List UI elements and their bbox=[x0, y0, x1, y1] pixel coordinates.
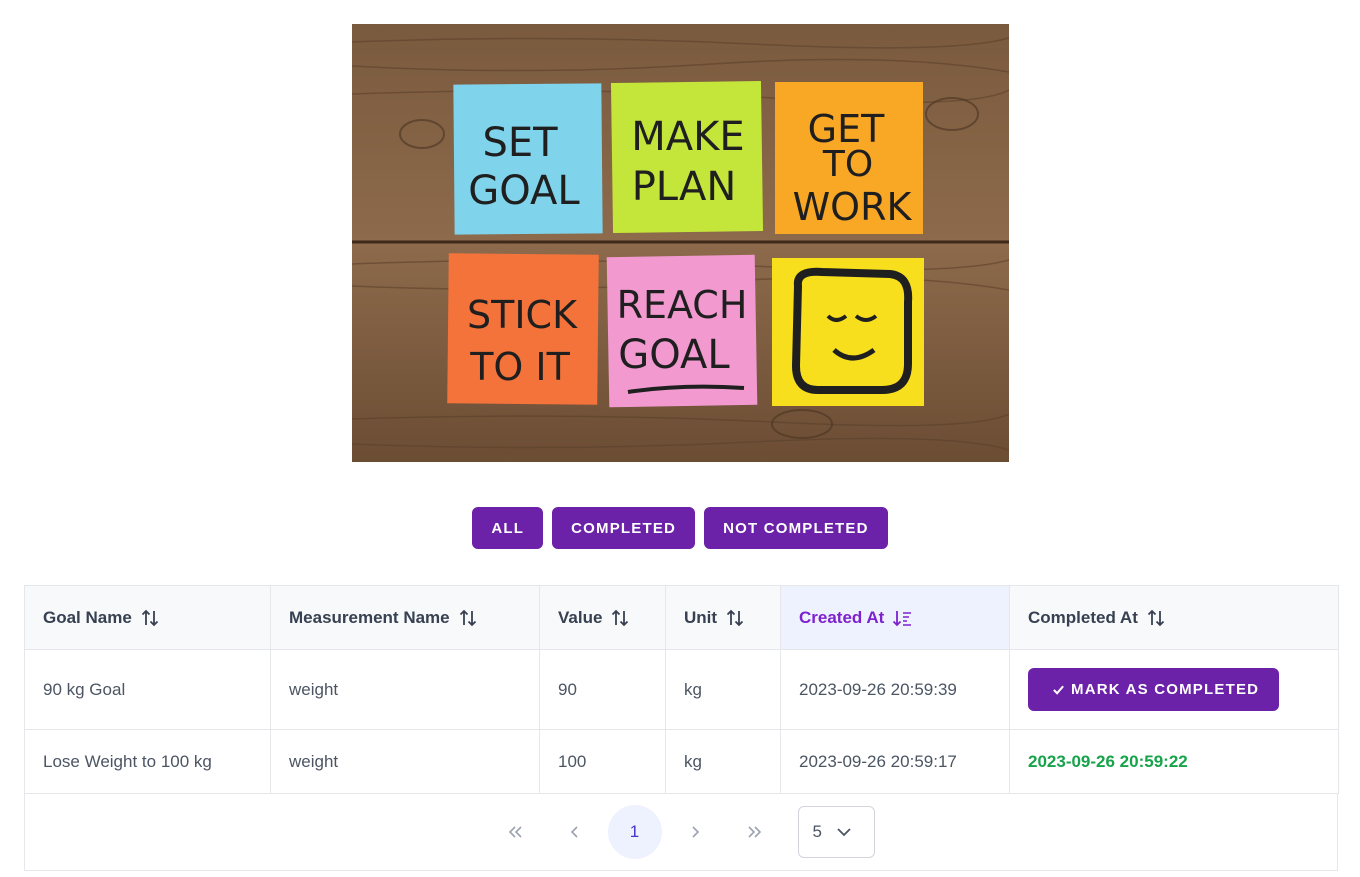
sort-icon bbox=[1147, 609, 1165, 626]
last-page-button[interactable] bbox=[728, 805, 782, 859]
sort-icon bbox=[141, 609, 158, 626]
filter-bar: ALL COMPLETED NOT COMPLETED bbox=[0, 507, 1360, 549]
svg-text:PLAN: PLAN bbox=[632, 164, 737, 210]
table-row: Lose Weight to 100 kg weight 100 kg 2023… bbox=[24, 729, 1339, 794]
svg-text:REACH: REACH bbox=[617, 283, 748, 327]
cell-completed-at: 2023-09-26 20:59:22 bbox=[1009, 729, 1339, 794]
cell-completed-at: MARK AS COMPLETED bbox=[1009, 649, 1339, 730]
svg-text:STICK: STICK bbox=[467, 293, 578, 337]
cell-goal-name: Lose Weight to 100 kg bbox=[24, 729, 271, 794]
cell-measurement-name: weight bbox=[270, 649, 540, 730]
svg-text:SET: SET bbox=[482, 120, 558, 166]
cell-measurement-name: weight bbox=[270, 729, 540, 794]
page-button-current[interactable]: 1 bbox=[607, 805, 662, 859]
cell-created-at: 2023-09-26 20:59:39 bbox=[780, 649, 1010, 730]
column-header-label: Completed At bbox=[1028, 607, 1138, 627]
first-page-button[interactable] bbox=[488, 805, 542, 859]
column-header-unit[interactable]: Unit bbox=[665, 585, 781, 650]
column-header-label: Value bbox=[558, 607, 603, 627]
svg-text:WORK: WORK bbox=[793, 185, 913, 229]
check-icon bbox=[1053, 685, 1064, 695]
column-header-value[interactable]: Value bbox=[539, 585, 666, 650]
cell-created-at: 2023-09-26 20:59:17 bbox=[780, 729, 1010, 794]
column-header-created-at[interactable]: Created At bbox=[780, 585, 1010, 650]
chevron-down-icon bbox=[837, 828, 851, 837]
note-make-plan: MAKE PLAN bbox=[610, 80, 764, 234]
cell-value: 90 bbox=[539, 649, 666, 730]
completed-date: 2023-09-26 20:59:22 bbox=[1028, 751, 1188, 771]
sort-descending-icon bbox=[893, 610, 912, 626]
svg-text:TO IT: TO IT bbox=[469, 345, 570, 389]
hero-image: SET GOAL MAKE PLAN GET TO WORK STICK TO … bbox=[352, 24, 1009, 462]
goals-table: Goal Name Measurement Name Value Unit Cr… bbox=[24, 585, 1339, 794]
cell-unit: kg bbox=[665, 729, 781, 794]
filter-all-button[interactable]: ALL bbox=[472, 507, 544, 549]
chevron-left-icon bbox=[570, 826, 578, 838]
column-header-label: Goal Name bbox=[43, 607, 132, 627]
cell-value: 100 bbox=[539, 729, 666, 794]
svg-text:MAKE: MAKE bbox=[631, 114, 744, 160]
paginator: 1 5 bbox=[24, 794, 1338, 871]
rows-per-page-value: 5 bbox=[812, 822, 822, 841]
column-header-goal-name[interactable]: Goal Name bbox=[24, 585, 271, 650]
column-header-completed-at[interactable]: Completed At bbox=[1009, 585, 1339, 650]
rows-per-page-dropdown[interactable]: 5 bbox=[797, 806, 875, 858]
svg-text:GOAL: GOAL bbox=[618, 332, 730, 378]
filter-not-completed-button[interactable]: NOT COMPLETED bbox=[704, 507, 888, 549]
filter-completed-button[interactable]: COMPLETED bbox=[552, 507, 696, 549]
sticky-notes-illustration: SET GOAL MAKE PLAN GET TO WORK STICK TO … bbox=[352, 24, 1009, 462]
goals-table-container: Goal Name Measurement Name Value Unit Cr… bbox=[24, 585, 1339, 871]
chevron-right-icon bbox=[691, 826, 699, 838]
cell-goal-name: 90 kg Goal bbox=[24, 649, 271, 730]
table-row: 90 kg Goal weight 90 kg 2023-09-26 20:59… bbox=[24, 649, 1339, 730]
column-header-measurement-name[interactable]: Measurement Name bbox=[270, 585, 540, 650]
svg-text:TO: TO bbox=[822, 144, 873, 185]
note-set-goal: SET GOAL bbox=[453, 83, 603, 235]
note-reach-goal: REACH GOAL bbox=[606, 254, 758, 408]
page: SET GOAL MAKE PLAN GET TO WORK STICK TO … bbox=[0, 0, 1360, 877]
column-header-label: Measurement Name bbox=[289, 607, 450, 627]
double-chevron-right-icon bbox=[747, 826, 761, 838]
next-page-button[interactable] bbox=[668, 805, 722, 859]
note-get-to-work: GET TO WORK bbox=[775, 82, 923, 234]
column-header-label: Unit bbox=[684, 607, 718, 627]
cell-unit: kg bbox=[665, 649, 781, 730]
note-smiley bbox=[772, 258, 924, 406]
previous-page-button[interactable] bbox=[548, 805, 602, 859]
double-chevron-left-icon bbox=[508, 826, 522, 838]
svg-text:GOAL: GOAL bbox=[468, 168, 580, 214]
mark-as-completed-label: MARK AS COMPLETED bbox=[1071, 681, 1260, 698]
table-header-row: Goal Name Measurement Name Value Unit Cr… bbox=[24, 585, 1339, 650]
column-header-label: Created At bbox=[799, 607, 885, 627]
sort-icon bbox=[612, 609, 629, 626]
note-stick-to-it: STICK TO IT bbox=[447, 253, 599, 405]
sort-icon bbox=[459, 609, 476, 626]
sort-icon bbox=[726, 609, 744, 626]
mark-as-completed-button[interactable]: MARK AS COMPLETED bbox=[1028, 668, 1280, 711]
